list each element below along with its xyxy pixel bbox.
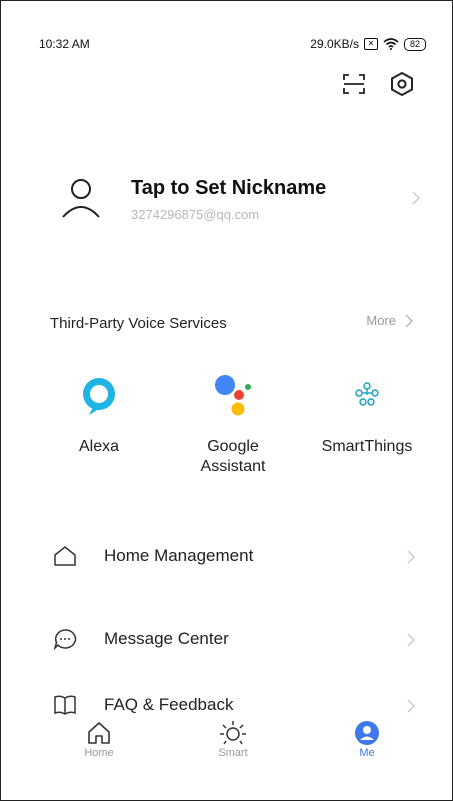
alexa-icon [83, 378, 115, 415]
smartthings-icon [355, 382, 379, 406]
chevron-right-icon [405, 313, 414, 328]
status-bar: 10:32 AM 29.0KB/s ✕ 82 [39, 37, 426, 53]
settings-icon[interactable] [389, 71, 415, 97]
status-time: 10:32 AM [39, 37, 90, 51]
battery-indicator: 82 [403, 37, 426, 51]
app-screen: 10:32 AM 29.0KB/s ✕ 82 Tap to Set Nickna… [0, 0, 453, 801]
nickname-label: Tap to Set Nickname [131, 177, 327, 199]
service-label: SmartThings [321, 438, 413, 455]
menu-label: FAQ & Feedback [104, 695, 234, 714]
service-smartthings[interactable]: SmartThings [302, 373, 432, 457]
tab-me[interactable]: Me [327, 719, 407, 759]
tab-label: Home [84, 747, 114, 759]
menu-label: Message Center [104, 629, 229, 648]
google-assistant-icon [215, 375, 251, 416]
sun-icon [220, 721, 246, 745]
profile-card[interactable]: Tap to Set Nickname 3274296875@qq.com [51, 161, 421, 231]
network-speed: 29.0KB/s [310, 37, 359, 51]
more-label: More [366, 313, 396, 328]
bottom-tab-bar: Home Smart Me [1, 717, 452, 777]
profile-icon [355, 721, 379, 745]
more-link[interactable]: More [366, 313, 414, 328]
chevron-right-icon [412, 191, 421, 205]
menu-home-management[interactable]: Home Management [51, 541, 421, 571]
home-icon [88, 722, 110, 744]
tab-smart[interactable]: Smart [193, 719, 273, 759]
wifi-icon [383, 38, 399, 50]
account-email: 3274296875@qq.com [131, 207, 260, 222]
avatar-icon [62, 179, 100, 218]
status-right: 29.0KB/s ✕ 82 [310, 37, 426, 51]
chevron-right-icon [407, 633, 416, 647]
menu-label: Home Management [104, 546, 254, 565]
book-icon [54, 695, 76, 715]
house-outline-icon [54, 546, 76, 566]
service-alexa[interactable]: Alexa [34, 373, 164, 457]
chevron-right-icon [407, 550, 416, 564]
sim-off-icon: ✕ [363, 38, 378, 50]
tab-home[interactable]: Home [59, 719, 139, 759]
service-label: Alexa [78, 438, 120, 455]
scan-icon[interactable] [341, 71, 367, 97]
tab-label: Me [359, 747, 375, 759]
service-label: Google Assistant [200, 438, 266, 475]
service-google-assistant[interactable]: Google Assistant [168, 373, 298, 477]
menu-message-center[interactable]: Message Center [51, 624, 421, 654]
voice-services-title: Third-Party Voice Services [50, 315, 227, 332]
menu-faq-feedback[interactable]: FAQ & Feedback [51, 690, 421, 720]
chevron-right-icon [407, 699, 416, 713]
tab-label: Smart [218, 747, 248, 759]
chat-bubble-icon [53, 629, 77, 650]
